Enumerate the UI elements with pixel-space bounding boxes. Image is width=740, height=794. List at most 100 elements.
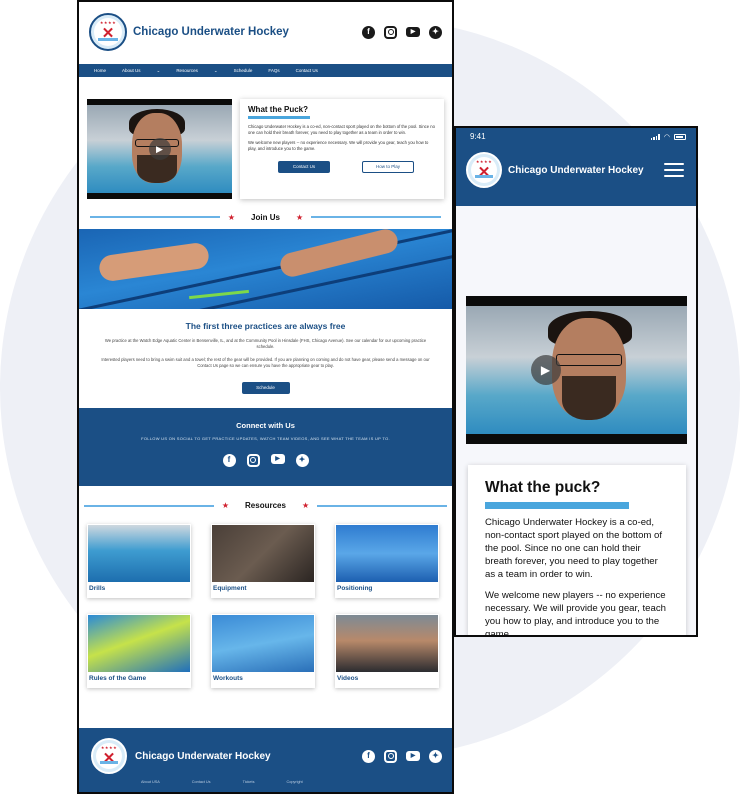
join-us-heading: ★ Join Us ★ <box>79 211 452 223</box>
status-bar: 9:41 ◠ <box>456 128 696 141</box>
connect-social-links: f ▶ ✦ <box>79 453 452 467</box>
instagram-icon[interactable] <box>384 25 397 39</box>
equipment-image <box>212 524 314 582</box>
resource-label: Equipment <box>213 584 247 592</box>
card-paragraph-2: We welcome new players -- no experience … <box>248 140 429 152</box>
footer-link[interactable]: About USA <box>141 780 160 784</box>
logo-icon[interactable]: ★★★★ ✕ <box>89 13 127 51</box>
puck-icon[interactable]: ✦ <box>429 749 442 763</box>
status-time: 9:41 <box>470 132 486 141</box>
star-icon: ★ <box>295 212 304 222</box>
card-paragraph-1: Chicago Underwater Hockey is a co-ed, no… <box>248 124 435 135</box>
resource-label: Rules of the Game <box>89 674 147 682</box>
resource-label: Videos <box>337 674 359 682</box>
play-icon[interactable]: ▶ <box>148 138 171 160</box>
desktop-footer: ★★★★ ✕ Chicago Underwater Hockey f ▶ ✦ Ab… <box>79 728 452 792</box>
mobile-card-paragraph-2: We welcome new players -- no experience … <box>485 589 666 637</box>
youtube-icon[interactable]: ▶ <box>406 751 420 761</box>
connect-heading: Connect with Us <box>236 420 295 430</box>
star-icon: ★ <box>221 501 230 510</box>
mobile-intro-video[interactable]: ▶ <box>466 296 687 444</box>
connect-section: Connect with Us FOLLOW US ON SOCIAL TO G… <box>79 407 452 486</box>
join-us-body: The first three practices are always fre… <box>79 309 452 394</box>
nav-faqs[interactable]: FAQs <box>268 68 279 73</box>
title-underline <box>248 116 310 119</box>
desktop-header: ★★★★ ✕ Chicago Underwater Hockey f ▶ ✦ <box>79 2 452 62</box>
footer-link[interactable]: Tickets <box>243 780 255 784</box>
signal-icon <box>650 133 660 140</box>
hamburger-menu-icon[interactable] <box>664 163 684 177</box>
resource-card-workouts[interactable]: Workouts <box>211 613 315 688</box>
youtube-icon[interactable]: ▶ <box>270 453 285 464</box>
resource-card-videos[interactable]: Videos <box>335 613 439 688</box>
divider-line <box>311 216 442 218</box>
resources-heading: ★ Resources ★ <box>79 500 452 512</box>
how-to-play-button[interactable]: How to Play <box>362 160 414 173</box>
nav-schedule[interactable]: Schedule <box>234 68 253 73</box>
nav-home[interactable]: Home <box>94 68 106 73</box>
logo-icon[interactable]: ★★★★ ✕ <box>466 152 502 188</box>
intro-video[interactable]: ▶ <box>87 99 232 199</box>
resource-label: Drills <box>89 584 106 592</box>
instagram-icon[interactable] <box>246 453 260 467</box>
connect-text: FOLLOW US ON SOCIAL TO GET PRACTICE UPDA… <box>141 435 390 441</box>
resource-label: Workouts <box>213 674 243 682</box>
hero-section: ▶ What the Puck? Chicago Underwater Hock… <box>79 77 452 199</box>
footer-logo-icon[interactable]: ★★★★ ✕ <box>91 738 127 774</box>
mobile-brand-name[interactable]: Chicago Underwater Hockey <box>508 165 644 176</box>
header-social-links: f ▶ ✦ <box>362 25 442 39</box>
instagram-icon[interactable] <box>384 749 397 763</box>
schedule-button[interactable]: Schedule <box>241 381 290 394</box>
mobile-header: 9:41 ◠ ★★★★ ✕ Chicago Underwater Hockey <box>456 128 696 206</box>
star-icon: ★ <box>227 212 236 222</box>
divider-line <box>83 504 214 507</box>
puck-icon[interactable]: ✦ <box>429 25 442 39</box>
contact-us-button[interactable]: Contact Us <box>278 160 330 173</box>
mobile-card-paragraph-1: Chicago Underwater Hockey is a co-ed, no… <box>485 517 663 580</box>
puck-icon[interactable]: ✦ <box>295 453 309 467</box>
resource-card-drills[interactable]: Drills <box>87 523 191 598</box>
star-icon: ★ <box>301 501 310 510</box>
facebook-icon[interactable]: f <box>362 749 375 763</box>
chevron-down-icon[interactable]: ⌄ <box>214 68 218 74</box>
drills-image <box>88 524 190 582</box>
join-paragraph-2: Interested players need to bring a swim … <box>101 356 430 368</box>
videos-image <box>336 614 438 672</box>
mobile-what-the-puck-card: What the puck? Chicago Underwater Hockey… <box>468 465 686 637</box>
footer-links: About USA Contact Us Tickets Copyright <box>79 780 452 784</box>
nav-resources[interactable]: Resources <box>176 68 198 73</box>
resource-card-positioning[interactable]: Positioning <box>335 523 439 598</box>
battery-icon <box>674 133 686 140</box>
chevron-down-icon[interactable]: ⌄ <box>157 68 161 74</box>
resource-card-rules[interactable]: Rules of the Game <box>87 613 191 688</box>
facebook-icon[interactable]: f <box>362 25 375 39</box>
footer-link[interactable]: Copyright <box>286 780 302 784</box>
footer-link[interactable]: Contact Us <box>192 780 211 784</box>
section-title: Resources <box>245 501 286 510</box>
positioning-image <box>336 524 438 582</box>
join-paragraph-1: We practice at the Watch Edge Aquatic Ce… <box>104 338 427 349</box>
workouts-image <box>212 614 314 672</box>
facebook-icon[interactable]: f <box>222 453 236 467</box>
join-us-banner-image <box>79 229 452 309</box>
nav-contact-us[interactable]: Contact Us <box>296 68 318 73</box>
resources-grid: Drills Equipment Positioning Rules of th… <box>79 512 452 688</box>
title-underline <box>485 502 629 509</box>
wifi-icon: ◠ <box>663 133 670 141</box>
resource-label: Positioning <box>337 584 373 592</box>
brand-name[interactable]: Chicago Underwater Hockey <box>133 26 289 38</box>
what-the-puck-card: What the Puck? Chicago Underwater Hockey… <box>240 99 444 199</box>
youtube-icon[interactable]: ▶ <box>406 27 420 37</box>
rules-image <box>88 614 190 672</box>
card-title: What the Puck? <box>248 105 309 114</box>
nav-about-us[interactable]: About Us <box>122 68 141 73</box>
resource-card-equipment[interactable]: Equipment <box>211 523 315 598</box>
showcase-stage: ★★★★ ✕ Chicago Underwater Hockey f ▶ ✦ Ho… <box>0 0 740 794</box>
section-title: Join Us <box>251 212 280 222</box>
desktop-mockup: ★★★★ ✕ Chicago Underwater Hockey f ▶ ✦ Ho… <box>77 0 454 794</box>
card-buttons: Contact Us How to Play <box>248 152 436 173</box>
divider-line <box>89 216 220 218</box>
play-icon[interactable]: ▶ <box>530 355 561 385</box>
mobile-card-title: What the puck? <box>485 479 601 496</box>
footer-brand: Chicago Underwater Hockey <box>135 750 271 762</box>
